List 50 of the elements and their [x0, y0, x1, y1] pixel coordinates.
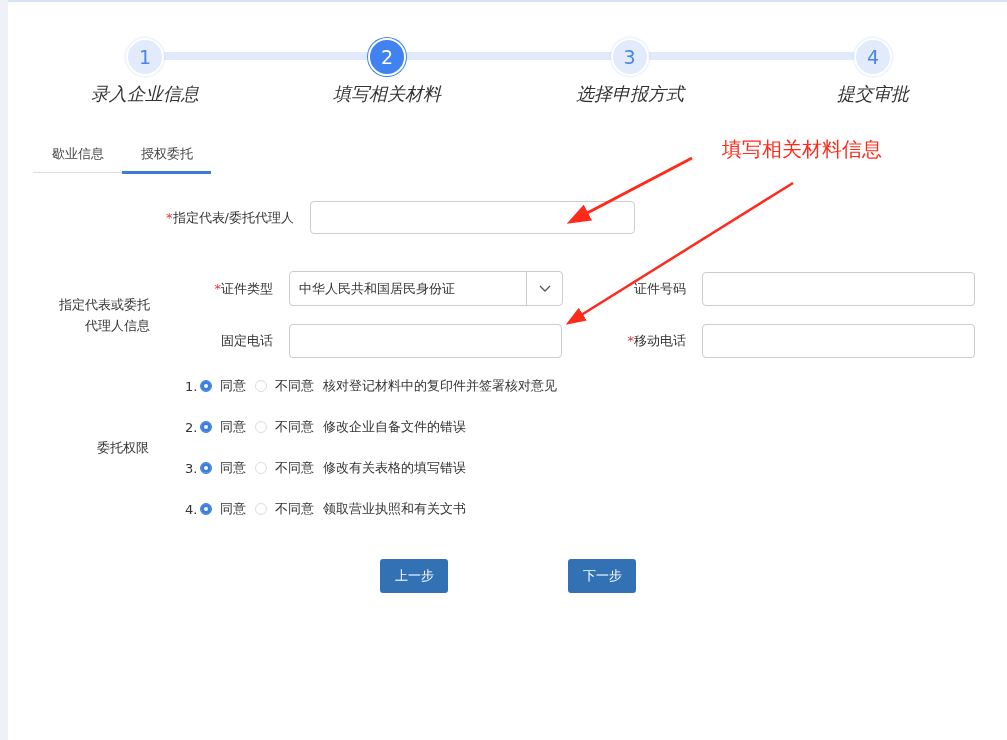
input-field[interactable] [289, 324, 562, 358]
group-label: 委托权限 [96, 438, 149, 457]
permission-text: 核对登记材料中的复印件并签署核对意见 [323, 377, 558, 395]
radio-button[interactable] [200, 421, 213, 433]
permission-text: 修改企业自备文件的错误 [323, 418, 467, 436]
radio-button[interactable] [200, 380, 213, 392]
radio-button[interactable] [200, 503, 213, 515]
radio-label[interactable]: 不同意 [275, 418, 315, 436]
radio-label[interactable]: 同意 [220, 418, 247, 436]
annotation-text: 填写相关材料信息 [722, 136, 882, 163]
tab[interactable]: 歇业信息 [33, 136, 122, 174]
field-label: 证件类型 [221, 280, 273, 296]
step-label: 选择申报方式 [575, 82, 684, 106]
step-button[interactable]: 下一步 [568, 559, 636, 593]
radio-button[interactable] [200, 462, 213, 474]
input-field[interactable] [702, 271, 975, 306]
tab[interactable]: 授权委托 [122, 136, 211, 174]
field-label: 固定电话 [221, 333, 273, 348]
chevron-down-icon [538, 285, 551, 292]
required-mark: * [214, 280, 221, 296]
item-number: 4. [185, 501, 198, 517]
permission-text: 领取营业执照和有关文书 [323, 500, 467, 518]
item-number: 2. [185, 419, 198, 435]
field-label: 指定代表/委托代理人 [172, 209, 294, 225]
radio-label[interactable]: 不同意 [275, 377, 315, 395]
select-field[interactable]: 中华人民共和国居民身份证 [289, 271, 563, 306]
radio-label[interactable]: 不同意 [275, 459, 315, 477]
group-label: 指定代表或委托 [59, 295, 150, 314]
item-number: 1. [185, 378, 198, 394]
input-field[interactable] [310, 201, 635, 234]
permission-text: 修改有关表格的填写错误 [323, 459, 467, 477]
radio-label[interactable]: 同意 [220, 377, 247, 395]
step-button[interactable]: 上一步 [380, 559, 448, 593]
step-label: 录入企业信息 [91, 82, 199, 106]
step-number: 3 [610, 38, 649, 76]
group-label: 代理人信息 [85, 316, 150, 335]
step-label: 填写相关材料 [333, 82, 441, 106]
item-number: 3. [185, 460, 198, 476]
step-number: 2 [368, 38, 406, 76]
required-mark: * [166, 209, 173, 225]
radio-label[interactable]: 同意 [220, 459, 247, 477]
radio-label[interactable]: 同意 [220, 500, 247, 518]
field-label: 移动电话 [634, 333, 686, 348]
input-field[interactable] [702, 324, 975, 358]
field-label: 证件号码 [634, 280, 686, 296]
radio-label[interactable]: 不同意 [275, 500, 315, 518]
step-number: 4 [854, 38, 892, 76]
step-number: 1 [126, 38, 164, 76]
step-label: 提交审批 [837, 82, 909, 106]
required-mark: * [627, 333, 634, 348]
